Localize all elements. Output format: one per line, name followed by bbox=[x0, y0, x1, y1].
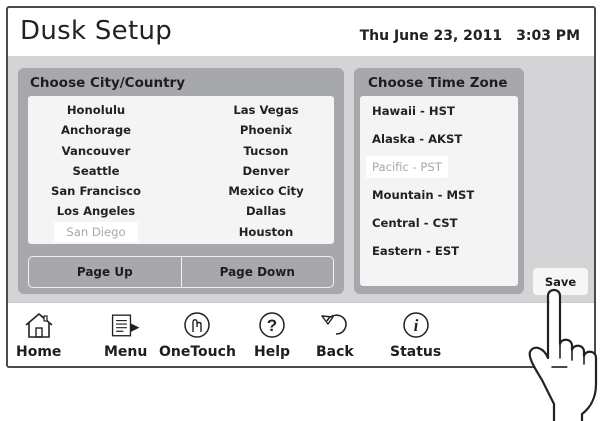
nav-label: Menu bbox=[104, 344, 148, 360]
date-text: Thu June 23, 2011 bbox=[359, 28, 503, 44]
nav-home[interactable]: Home bbox=[16, 311, 61, 360]
time-text: 3:03 PM bbox=[516, 28, 580, 44]
city-item[interactable]: Los Angeles bbox=[45, 201, 147, 221]
nav-label: Back bbox=[316, 344, 354, 360]
nav-back[interactable]: Back bbox=[316, 311, 354, 360]
city-item[interactable]: Dallas bbox=[234, 201, 298, 221]
city-item[interactable]: Seattle bbox=[61, 161, 132, 181]
city-item[interactable]: Tucson bbox=[232, 141, 301, 161]
nav-label: Home bbox=[16, 344, 62, 360]
page-title: Dusk Setup bbox=[20, 16, 173, 46]
nav-label: Status bbox=[390, 344, 442, 360]
city-item[interactable]: Phoenix bbox=[228, 120, 304, 140]
city-item[interactable]: Denver bbox=[231, 161, 302, 181]
timezone-label: Mountain - MST bbox=[372, 188, 475, 202]
back-icon bbox=[318, 311, 352, 339]
city-item[interactable]: Anchorage bbox=[49, 120, 143, 140]
timezone-item[interactable]: Hawaii - HST bbox=[366, 100, 480, 128]
onetouch-icon bbox=[180, 311, 214, 339]
timezone-list: Hawaii - HST Alaska - AKST Pacific - PST… bbox=[360, 96, 518, 286]
timezone-item-selected[interactable]: Pacific - PST bbox=[366, 156, 480, 184]
city-column-right: Las Vegas Phoenix Tucson Denver Mexico C… bbox=[206, 100, 326, 242]
house-icon bbox=[22, 311, 56, 339]
touchscreen: Dusk Setup Thu June 23, 2011 3:03 PM Cho… bbox=[6, 6, 596, 368]
city-column-left: Honolulu Anchorage Vancouver Seattle San… bbox=[36, 100, 156, 243]
menu-icon bbox=[109, 311, 143, 339]
pointing-hand-icon bbox=[528, 288, 598, 421]
help-icon: ? bbox=[255, 311, 289, 339]
nav-menu[interactable]: Menu bbox=[104, 311, 147, 360]
timezone-item[interactable]: Mountain - MST bbox=[366, 184, 480, 212]
timezone-label: Eastern - EST bbox=[372, 244, 460, 258]
city-item[interactable]: Vancouver bbox=[50, 141, 143, 161]
page-buttons: Page Up Page Down bbox=[28, 256, 334, 288]
city-panel-title: Choose City/Country bbox=[30, 75, 185, 91]
city-panel: Choose City/Country Honolulu Anchorage V… bbox=[18, 68, 344, 294]
nav-onetouch[interactable]: OneTouch bbox=[159, 311, 236, 360]
content-area: Choose City/Country Honolulu Anchorage V… bbox=[8, 56, 594, 302]
page-down-button[interactable]: Page Down bbox=[180, 257, 334, 287]
timezone-label: Central - CST bbox=[372, 216, 458, 230]
page-up-button[interactable]: Page Up bbox=[29, 257, 181, 287]
city-item-selected[interactable]: San Diego bbox=[54, 221, 138, 243]
nav-label: Help bbox=[254, 344, 291, 360]
city-item[interactable]: Mexico City bbox=[216, 181, 315, 201]
svg-text:?: ? bbox=[267, 316, 277, 335]
info-icon: i bbox=[399, 311, 433, 339]
timezone-item[interactable]: Alaska - AKST bbox=[366, 128, 480, 156]
svg-text:i: i bbox=[413, 316, 418, 335]
date-time-display: Thu June 23, 2011 3:03 PM bbox=[360, 28, 580, 44]
city-item[interactable]: Houston bbox=[227, 222, 306, 242]
nav-label: OneTouch bbox=[159, 344, 236, 360]
city-item[interactable]: Honolulu bbox=[55, 100, 137, 120]
timezone-panel: Choose Time Zone Hawaii - HST Alaska - A… bbox=[354, 68, 524, 294]
nav-status[interactable]: i Status bbox=[390, 311, 441, 360]
nav-help[interactable]: ? Help bbox=[254, 311, 290, 360]
timezone-panel-title: Choose Time Zone bbox=[368, 75, 508, 91]
timezone-label: Alaska - AKST bbox=[372, 132, 463, 146]
city-item[interactable]: Las Vegas bbox=[221, 100, 310, 120]
timezone-label: Pacific - PST bbox=[366, 156, 448, 178]
city-list: Honolulu Anchorage Vancouver Seattle San… bbox=[28, 96, 334, 244]
bottom-nav: Home Menu OneTouch ? Help Back i Status bbox=[8, 302, 594, 366]
timezone-item[interactable]: Eastern - EST bbox=[366, 240, 480, 268]
city-item[interactable]: San Francisco bbox=[39, 181, 153, 201]
timezone-label: Hawaii - HST bbox=[372, 104, 455, 118]
timezone-item[interactable]: Central - CST bbox=[366, 212, 480, 240]
